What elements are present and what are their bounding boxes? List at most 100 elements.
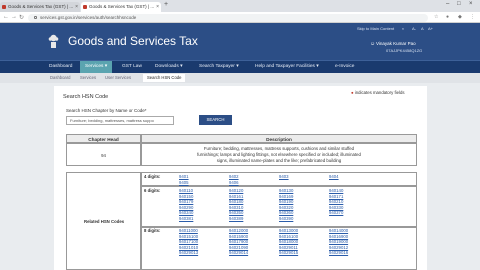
nav-search-taxpayer[interactable]: Search Taxpayer ▾ <box>194 61 244 73</box>
hsn-code-link[interactable]: 940171 <box>329 194 343 199</box>
close-tab-icon[interactable]: × <box>75 2 78 12</box>
hsn-code-link[interactable]: 94012000 <box>229 228 248 233</box>
hsn-code-link[interactable]: 94018000 <box>279 239 298 244</box>
breadcrumb-dashboard[interactable]: Dashboard <box>50 75 71 80</box>
hsn-code-link[interactable]: 940169 <box>279 194 293 199</box>
search-button[interactable]: SEARCH <box>199 115 232 125</box>
chapter-description: Furniture; bedding, mattresses, mattress… <box>141 143 417 166</box>
chevron-down-icon: ▾ <box>316 64 319 69</box>
hsn-code-link[interactable]: 94029011 <box>279 245 298 250</box>
hsn-code-link[interactable]: 94015100 <box>179 234 198 239</box>
hsn-code-link[interactable]: 940381 <box>179 216 193 221</box>
hsn-code-link[interactable]: 94015900 <box>229 234 248 239</box>
font-increase-icon[interactable]: A+ <box>428 26 433 31</box>
hsn-code-link[interactable]: 940320 <box>279 205 293 210</box>
url-field[interactable]: services.gst.gov.in/services/auth/search… <box>28 13 428 22</box>
nav-services[interactable]: Services ▾ <box>80 61 113 73</box>
hsn-code-link[interactable]: 9402 <box>229 174 239 179</box>
mandatory-note-text: indicates mandatory fields <box>354 90 405 95</box>
national-emblem-icon <box>48 34 59 48</box>
bookmark-star-icon[interactable]: ☆ <box>434 14 438 20</box>
mandatory-marker-icon: ● <box>351 90 354 95</box>
hsn-code-link[interactable]: 940290 <box>179 205 193 210</box>
extensions-icon[interactable]: ◆ <box>458 14 462 20</box>
user-icon: ☺ <box>370 41 376 47</box>
contrast-icon[interactable]: ◐ <box>402 26 404 31</box>
back-icon[interactable]: ← <box>3 14 9 20</box>
hsn-code-link[interactable]: 940389 <box>229 216 243 221</box>
breadcrumb-services[interactable]: Services <box>80 75 96 80</box>
url-text: services.gst.gov.in/services/auth/search… <box>40 14 137 20</box>
hsn-code-link[interactable]: 94029013 <box>179 250 198 255</box>
hsn-code-link[interactable]: 940140 <box>329 188 343 193</box>
hsn-code-link[interactable]: 94013000 <box>279 228 298 233</box>
mandatory-note: ● indicates mandatory fields <box>351 90 405 95</box>
column-header-chapter: Chapter Head <box>66 134 141 143</box>
hsn-code-link[interactable]: 940330 <box>329 205 343 210</box>
hsn-code-link[interactable]: 940360 <box>279 210 293 215</box>
profile-icon[interactable]: ● <box>446 14 449 20</box>
hsn-code-link[interactable]: 940110 <box>179 188 193 193</box>
new-tab-button[interactable]: + <box>164 1 168 8</box>
hsn-code-link[interactable]: 940150 <box>179 194 193 199</box>
user-gstin: 07AJJPK4458Q1ZG <box>386 48 423 53</box>
maximize-icon[interactable]: □ <box>457 1 461 7</box>
hsn-code-link[interactable]: 94014000 <box>329 228 348 233</box>
hsn-code-link[interactable]: 940350 <box>229 210 243 215</box>
hsn-code-link[interactable]: 940130 <box>279 188 293 193</box>
forward-icon[interactable]: → <box>11 14 17 20</box>
hsn-code-link[interactable]: 940370 <box>329 210 343 215</box>
hsn-code-link[interactable]: 94017100 <box>179 239 198 244</box>
browser-tabbar: Goods & Services Tax (GST) | ... × Goods… <box>0 0 480 12</box>
breadcrumb-user-services[interactable]: User Services <box>105 75 131 80</box>
nav-e-invoice[interactable]: e-Invoice <box>330 61 359 73</box>
hsn-code-link[interactable]: 940120 <box>229 188 243 193</box>
hsn-code-link[interactable]: 94017900 <box>229 239 248 244</box>
hsn-code-link[interactable]: 940179 <box>179 199 193 204</box>
hsn-code-link[interactable]: 9401 <box>179 174 189 179</box>
hsn-code-link[interactable]: 94029016 <box>329 250 348 255</box>
hsn-code-link[interactable]: 940390 <box>279 216 293 221</box>
nav-search-taxpayer-label: Search Taxpayer <box>199 64 235 69</box>
search-input[interactable]: Furniture; bedding, mattresses, mattress… <box>66 116 174 125</box>
hsn-code-link[interactable]: 94029015 <box>279 250 298 255</box>
hsn-code-link[interactable]: 9404 <box>329 174 339 179</box>
nav-dashboard[interactable]: Dashboard <box>44 61 77 73</box>
hsn-code-link[interactable]: 940190 <box>279 199 293 204</box>
hsn-code-link[interactable]: 9403 <box>279 174 289 179</box>
column-header-description: Description <box>141 134 417 143</box>
hsn-code-link[interactable]: 94021010 <box>179 245 198 250</box>
user-name[interactable]: Vinayak Kumar Pao <box>376 41 416 46</box>
hsn-code-link[interactable]: 94021090 <box>229 245 248 250</box>
hsn-code-link[interactable]: 94029014 <box>229 250 248 255</box>
font-decrease-icon[interactable]: A- <box>412 26 416 31</box>
hsn-code-link[interactable]: 94029012 <box>329 245 348 250</box>
chapter-code: 94 <box>66 143 141 166</box>
hsn-code-link[interactable]: 94016100 <box>279 234 298 239</box>
close-tab-icon[interactable]: × <box>156 2 159 12</box>
hsn-code-link[interactable]: 9405 <box>179 180 189 185</box>
browser-tab-2[interactable]: Goods & Services Tax (GST) | ... × <box>81 2 161 12</box>
skip-to-content-link[interactable]: Skip to Main Content <box>357 26 394 31</box>
hsn-code-link[interactable]: 940340 <box>179 210 193 215</box>
hsn-code-link[interactable]: 940161 <box>229 194 243 199</box>
chapter-description-line: signs, illuminated name-plates and the l… <box>216 158 342 163</box>
menu-kebab-icon[interactable]: ⋮ <box>470 14 475 20</box>
page-title: Search HSN Code <box>63 94 109 100</box>
hsn-code-link[interactable]: 940310 <box>229 205 243 210</box>
hsn-code-link[interactable]: 94016900 <box>329 234 348 239</box>
nav-gst-law[interactable]: GST Law <box>117 61 147 73</box>
browser-tab-1[interactable]: Goods & Services Tax (GST) | ... × <box>0 2 80 12</box>
minimize-icon[interactable]: – <box>446 1 449 7</box>
hsn-code-link[interactable]: 94019000 <box>329 239 348 244</box>
hsn-code-link[interactable]: 9406 <box>229 180 239 185</box>
hsn-code-link[interactable]: 940180 <box>229 199 243 204</box>
nav-help[interactable]: Help and Taxpayer Facilities ▾ <box>250 61 324 73</box>
hsn-code-link[interactable]: 940210 <box>329 199 343 204</box>
reload-icon[interactable]: ↻ <box>19 14 24 21</box>
nav-downloads[interactable]: Downloads ▾ <box>150 61 188 73</box>
font-reset-icon[interactable]: A <box>421 26 424 31</box>
hsn-code-link[interactable]: 94011000 <box>179 228 198 233</box>
close-window-icon[interactable]: × <box>469 1 473 7</box>
address-bar: ← → ↻ services.gst.gov.in/services/auth/… <box>0 12 480 23</box>
